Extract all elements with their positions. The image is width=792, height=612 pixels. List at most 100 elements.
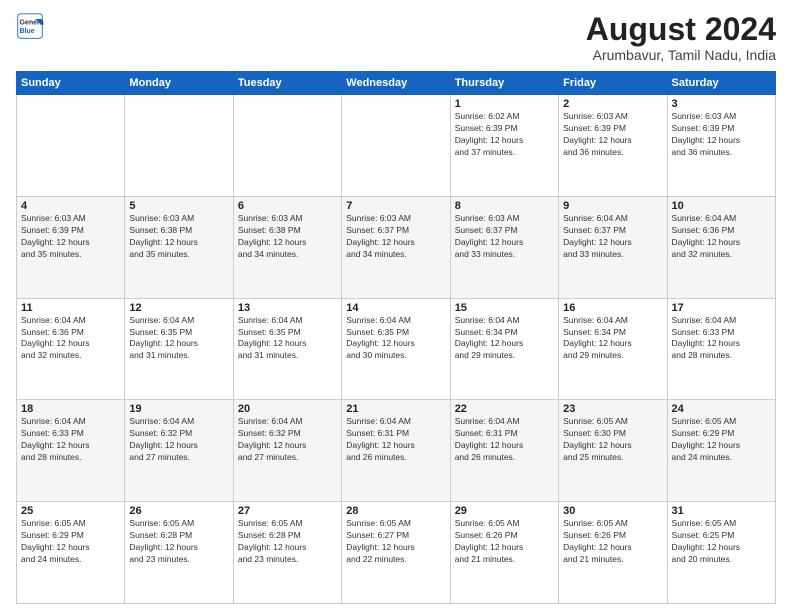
- day-info: Sunrise: 6:04 AM Sunset: 6:31 PM Dayligh…: [346, 416, 445, 464]
- day-info: Sunrise: 6:04 AM Sunset: 6:32 PM Dayligh…: [238, 416, 337, 464]
- calendar-cell-w3-d4: 22Sunrise: 6:04 AM Sunset: 6:31 PM Dayli…: [450, 400, 558, 502]
- day-number: 10: [672, 200, 771, 212]
- calendar-cell-w1-d6: 10Sunrise: 6:04 AM Sunset: 6:36 PM Dayli…: [667, 196, 775, 298]
- day-info: Sunrise: 6:04 AM Sunset: 6:37 PM Dayligh…: [563, 213, 662, 261]
- day-info: Sunrise: 6:03 AM Sunset: 6:39 PM Dayligh…: [21, 213, 120, 261]
- day-info: Sunrise: 6:02 AM Sunset: 6:39 PM Dayligh…: [455, 111, 554, 159]
- day-info: Sunrise: 6:05 AM Sunset: 6:29 PM Dayligh…: [21, 518, 120, 566]
- day-number: 13: [238, 302, 337, 314]
- title-block: August 2024 Arumbavur, Tamil Nadu, India: [586, 12, 776, 63]
- calendar-cell-w1-d4: 8Sunrise: 6:03 AM Sunset: 6:37 PM Daylig…: [450, 196, 558, 298]
- day-number: 22: [455, 403, 554, 415]
- calendar-cell-w3-d3: 21Sunrise: 6:04 AM Sunset: 6:31 PM Dayli…: [342, 400, 450, 502]
- calendar-cell-w1-d0: 4Sunrise: 6:03 AM Sunset: 6:39 PM Daylig…: [17, 196, 125, 298]
- calendar-cell-w2-d6: 17Sunrise: 6:04 AM Sunset: 6:33 PM Dayli…: [667, 298, 775, 400]
- day-info: Sunrise: 6:04 AM Sunset: 6:35 PM Dayligh…: [346, 315, 445, 363]
- calendar-cell-w1-d3: 7Sunrise: 6:03 AM Sunset: 6:37 PM Daylig…: [342, 196, 450, 298]
- day-number: 19: [129, 403, 228, 415]
- week-row-1: 4Sunrise: 6:03 AM Sunset: 6:39 PM Daylig…: [17, 196, 776, 298]
- day-number: 28: [346, 505, 445, 517]
- day-info: Sunrise: 6:03 AM Sunset: 6:39 PM Dayligh…: [672, 111, 771, 159]
- week-row-3: 18Sunrise: 6:04 AM Sunset: 6:33 PM Dayli…: [17, 400, 776, 502]
- day-info: Sunrise: 6:05 AM Sunset: 6:28 PM Dayligh…: [238, 518, 337, 566]
- calendar-cell-w1-d1: 5Sunrise: 6:03 AM Sunset: 6:38 PM Daylig…: [125, 196, 233, 298]
- day-info: Sunrise: 6:03 AM Sunset: 6:38 PM Dayligh…: [129, 213, 228, 261]
- col-tuesday: Tuesday: [233, 72, 341, 95]
- calendar-cell-w3-d1: 19Sunrise: 6:04 AM Sunset: 6:32 PM Dayli…: [125, 400, 233, 502]
- calendar-cell-w2-d3: 14Sunrise: 6:04 AM Sunset: 6:35 PM Dayli…: [342, 298, 450, 400]
- calendar-header-row: Sunday Monday Tuesday Wednesday Thursday…: [17, 72, 776, 95]
- title-month: August 2024: [586, 12, 776, 47]
- day-number: 24: [672, 403, 771, 415]
- day-number: 11: [21, 302, 120, 314]
- day-number: 7: [346, 200, 445, 212]
- calendar-cell-w4-d3: 28Sunrise: 6:05 AM Sunset: 6:27 PM Dayli…: [342, 502, 450, 604]
- col-monday: Monday: [125, 72, 233, 95]
- day-number: 1: [455, 98, 554, 110]
- calendar-cell-w4-d0: 25Sunrise: 6:05 AM Sunset: 6:29 PM Dayli…: [17, 502, 125, 604]
- calendar-cell-w3-d2: 20Sunrise: 6:04 AM Sunset: 6:32 PM Dayli…: [233, 400, 341, 502]
- day-info: Sunrise: 6:04 AM Sunset: 6:36 PM Dayligh…: [672, 213, 771, 261]
- week-row-4: 25Sunrise: 6:05 AM Sunset: 6:29 PM Dayli…: [17, 502, 776, 604]
- day-info: Sunrise: 6:04 AM Sunset: 6:34 PM Dayligh…: [563, 315, 662, 363]
- day-number: 4: [21, 200, 120, 212]
- day-info: Sunrise: 6:04 AM Sunset: 6:36 PM Dayligh…: [21, 315, 120, 363]
- day-number: 18: [21, 403, 120, 415]
- col-sunday: Sunday: [17, 72, 125, 95]
- day-info: Sunrise: 6:05 AM Sunset: 6:28 PM Dayligh…: [129, 518, 228, 566]
- svg-text:Blue: Blue: [20, 28, 35, 35]
- day-info: Sunrise: 6:05 AM Sunset: 6:26 PM Dayligh…: [455, 518, 554, 566]
- day-number: 29: [455, 505, 554, 517]
- day-number: 6: [238, 200, 337, 212]
- calendar-cell-w1-d5: 9Sunrise: 6:04 AM Sunset: 6:37 PM Daylig…: [559, 196, 667, 298]
- day-info: Sunrise: 6:04 AM Sunset: 6:35 PM Dayligh…: [129, 315, 228, 363]
- col-thursday: Thursday: [450, 72, 558, 95]
- calendar-cell-w2-d4: 15Sunrise: 6:04 AM Sunset: 6:34 PM Dayli…: [450, 298, 558, 400]
- day-info: Sunrise: 6:05 AM Sunset: 6:26 PM Dayligh…: [563, 518, 662, 566]
- day-info: Sunrise: 6:04 AM Sunset: 6:33 PM Dayligh…: [21, 416, 120, 464]
- calendar-cell-w4-d6: 31Sunrise: 6:05 AM Sunset: 6:25 PM Dayli…: [667, 502, 775, 604]
- day-info: Sunrise: 6:04 AM Sunset: 6:31 PM Dayligh…: [455, 416, 554, 464]
- calendar-cell-w2-d2: 13Sunrise: 6:04 AM Sunset: 6:35 PM Dayli…: [233, 298, 341, 400]
- calendar-cell-w4-d4: 29Sunrise: 6:05 AM Sunset: 6:26 PM Dayli…: [450, 502, 558, 604]
- calendar-cell-w3-d6: 24Sunrise: 6:05 AM Sunset: 6:29 PM Dayli…: [667, 400, 775, 502]
- day-info: Sunrise: 6:05 AM Sunset: 6:25 PM Dayligh…: [672, 518, 771, 566]
- calendar-cell-w3-d5: 23Sunrise: 6:05 AM Sunset: 6:30 PM Dayli…: [559, 400, 667, 502]
- calendar-cell-w0-d1: [125, 95, 233, 197]
- calendar-cell-w1-d2: 6Sunrise: 6:03 AM Sunset: 6:38 PM Daylig…: [233, 196, 341, 298]
- calendar-cell-w4-d5: 30Sunrise: 6:05 AM Sunset: 6:26 PM Dayli…: [559, 502, 667, 604]
- day-number: 27: [238, 505, 337, 517]
- day-number: 25: [21, 505, 120, 517]
- week-row-2: 11Sunrise: 6:04 AM Sunset: 6:36 PM Dayli…: [17, 298, 776, 400]
- day-info: Sunrise: 6:03 AM Sunset: 6:39 PM Dayligh…: [563, 111, 662, 159]
- calendar-cell-w4-d2: 27Sunrise: 6:05 AM Sunset: 6:28 PM Dayli…: [233, 502, 341, 604]
- logo-icon: General Blue: [16, 12, 44, 40]
- day-number: 17: [672, 302, 771, 314]
- day-info: Sunrise: 6:04 AM Sunset: 6:35 PM Dayligh…: [238, 315, 337, 363]
- day-number: 15: [455, 302, 554, 314]
- calendar-table: Sunday Monday Tuesday Wednesday Thursday…: [16, 71, 776, 604]
- page: General Blue August 2024 Arumbavur, Tami…: [0, 0, 792, 612]
- calendar-cell-w2-d0: 11Sunrise: 6:04 AM Sunset: 6:36 PM Dayli…: [17, 298, 125, 400]
- calendar-cell-w0-d6: 3Sunrise: 6:03 AM Sunset: 6:39 PM Daylig…: [667, 95, 775, 197]
- day-number: 12: [129, 302, 228, 314]
- day-number: 23: [563, 403, 662, 415]
- day-number: 30: [563, 505, 662, 517]
- day-info: Sunrise: 6:03 AM Sunset: 6:38 PM Dayligh…: [238, 213, 337, 261]
- day-number: 16: [563, 302, 662, 314]
- day-info: Sunrise: 6:05 AM Sunset: 6:29 PM Dayligh…: [672, 416, 771, 464]
- day-info: Sunrise: 6:03 AM Sunset: 6:37 PM Dayligh…: [455, 213, 554, 261]
- day-number: 8: [455, 200, 554, 212]
- day-number: 31: [672, 505, 771, 517]
- calendar-cell-w2-d1: 12Sunrise: 6:04 AM Sunset: 6:35 PM Dayli…: [125, 298, 233, 400]
- calendar-cell-w0-d0: [17, 95, 125, 197]
- day-number: 21: [346, 403, 445, 415]
- title-location: Arumbavur, Tamil Nadu, India: [586, 47, 776, 63]
- day-number: 26: [129, 505, 228, 517]
- logo: General Blue: [16, 12, 44, 40]
- day-number: 14: [346, 302, 445, 314]
- calendar-cell-w0-d3: [342, 95, 450, 197]
- calendar-cell-w3-d0: 18Sunrise: 6:04 AM Sunset: 6:33 PM Dayli…: [17, 400, 125, 502]
- day-number: 9: [563, 200, 662, 212]
- calendar-cell-w0-d5: 2Sunrise: 6:03 AM Sunset: 6:39 PM Daylig…: [559, 95, 667, 197]
